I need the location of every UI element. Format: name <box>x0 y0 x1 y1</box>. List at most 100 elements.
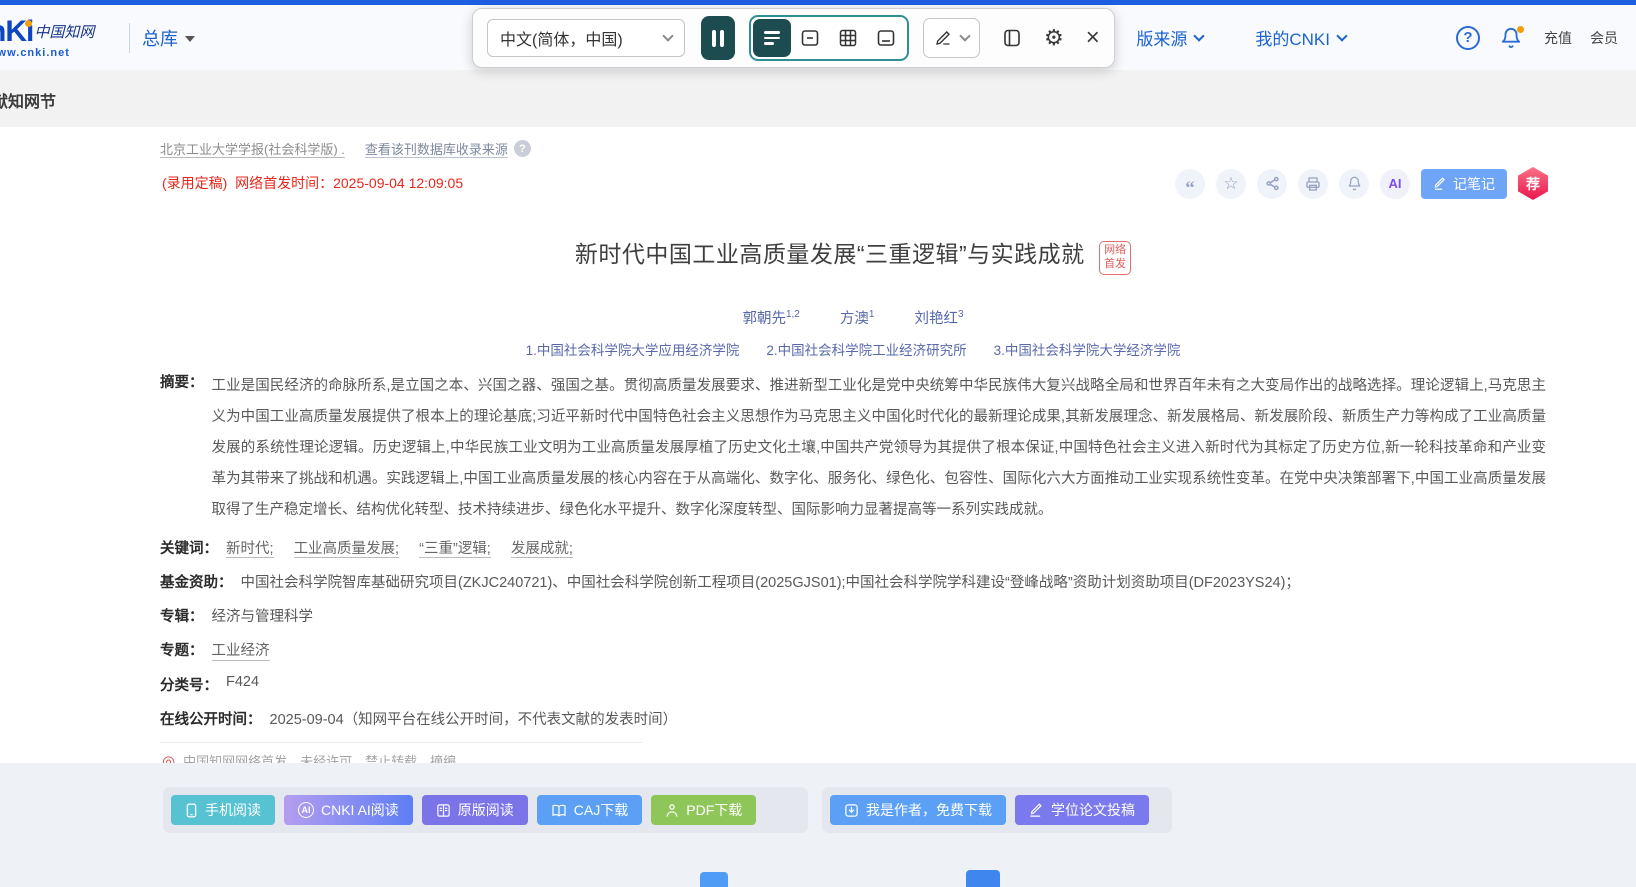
logo-dot <box>25 20 32 27</box>
gear-icon[interactable]: ⚙ <box>1044 27 1064 49</box>
nav-my-cnki[interactable]: 我的CNKI <box>1255 25 1346 50</box>
cnki-ai-read-button[interactable]: AI CNKI AI阅读 <box>284 795 413 825</box>
member-link[interactable]: 会员 <box>1590 28 1618 48</box>
first-publish-time: 网络首发时间：2025-09-04 12:09:05 <box>235 175 463 191</box>
keyword-link[interactable]: 发展成就; <box>511 541 573 558</box>
view-source-link[interactable]: 查看该刊数据库收录来源 <box>365 139 508 158</box>
original-read-button[interactable]: 原版阅读 <box>422 795 528 825</box>
language-value: 中文(简体，中国) <box>500 26 623 50</box>
notification-bell-icon[interactable] <box>1500 27 1522 49</box>
chevron-down-icon <box>1336 30 1347 41</box>
album-row: 专辑： 经济与管理科学 <box>160 605 1546 626</box>
fund-text: 中国社会科学院智库基础研究项目(ZKJC240721)、中国社会科学院创新工程项… <box>241 571 1300 592</box>
fund-row: 基金资助： 中国社会科学院智库基础研究项目(ZKJC240721)、中国社会科学… <box>160 571 1546 592</box>
print-button[interactable] <box>1298 169 1328 199</box>
chevron-down-icon <box>662 30 673 41</box>
journal-link[interactable]: 北京工业大学学报(社会科学版) . <box>160 139 345 158</box>
share-button[interactable] <box>1257 169 1287 199</box>
notification-dot <box>1517 26 1524 33</box>
keywords-row: 关键词： 新时代; 工业高质量发展; “三重”逻辑; 发展成就; <box>160 537 1546 558</box>
take-notes-button[interactable]: 记笔记 <box>1421 169 1507 199</box>
topic-label: 专题： <box>160 639 204 661</box>
pen-submit-icon <box>1029 803 1044 818</box>
favorite-button[interactable]: ☆ <box>1216 169 1246 199</box>
split-top-view-button[interactable] <box>791 19 829 57</box>
topic-row: 专题： 工业经济 <box>160 639 1546 661</box>
logo-cn-text: 中国知网 <box>34 26 94 41</box>
box-minus-icon <box>800 28 820 48</box>
pen-icon <box>934 29 952 47</box>
publish-status-line: (录用定稿) 网络首发时间：2025-09-04 12:09:05 <box>162 173 463 193</box>
caj-download-button[interactable]: CAJ下载 <box>537 795 642 825</box>
help-icon[interactable]: ? <box>1456 26 1480 50</box>
chevron-down-icon <box>1194 30 1205 41</box>
keywords-label: 关键词： <box>160 537 218 558</box>
grid-view-button[interactable] <box>829 19 867 57</box>
book-icon <box>551 803 567 818</box>
share-icon <box>1265 176 1280 191</box>
abstract-label: 摘要： <box>160 371 204 526</box>
bell-icon <box>1347 176 1362 191</box>
keyword-link[interactable]: 新时代; <box>226 541 274 558</box>
article-content: 北京工业大学学报(社会科学版) . 查看该刊数据库收录来源 ? (录用定稿) 网… <box>0 127 1636 763</box>
author-link[interactable]: 方澳1 <box>840 311 875 327</box>
grid-icon <box>838 28 858 48</box>
pen-tools-dropdown[interactable] <box>923 18 980 58</box>
mobile-read-button[interactable]: 手机阅读 <box>171 795 275 825</box>
nav-publication-source[interactable]: 版来源 <box>1136 25 1203 50</box>
clc-value: F424 <box>226 674 259 695</box>
close-icon[interactable]: × <box>1086 26 1100 50</box>
alert-button[interactable] <box>1339 169 1369 199</box>
badge-line2: 首发 <box>1104 258 1126 270</box>
download-person-icon <box>665 803 679 818</box>
recharge-link[interactable]: 充值 <box>1544 28 1572 48</box>
page-band: 献知网节 <box>0 70 1636 127</box>
nav-database-selector[interactable]: 总库 <box>142 25 195 51</box>
cite-button[interactable]: “ <box>1175 169 1205 199</box>
download-box-icon <box>844 803 859 818</box>
album-value: 经济与管理科学 <box>212 605 314 626</box>
affiliations[interactable]: 1.中国社会科学院大学应用经济学院 2.中国社会科学院工业经济研究所 3.中国社… <box>160 339 1546 359</box>
clc-row: 分类号： F424 <box>160 674 1546 695</box>
cutoff-element <box>966 870 1000 887</box>
thesis-submit-button[interactable]: 学位论文投稿 <box>1015 795 1149 825</box>
pdf-download-button[interactable]: PDF下载 <box>651 795 756 825</box>
ai-button[interactable]: AI <box>1380 169 1410 199</box>
split-bottom-view-button[interactable] <box>867 19 905 57</box>
author-free-download-button[interactable]: 我是作者，免费下载 <box>830 795 1006 825</box>
nav-mycnki-label: 我的CNKI <box>1255 25 1330 50</box>
clc-label: 分类号： <box>160 674 218 695</box>
recommend-badge[interactable]: 荐 <box>1518 167 1548 200</box>
pause-button[interactable] <box>701 16 735 60</box>
read-download-tray: 手机阅读 AI CNKI AI阅读 原版阅读 CAJ下载 PDF下载 <box>163 787 808 833</box>
abstract-text: 工业是国民经济的命脉所系,是立国之本、兴国之器、强国之基。贯彻高质量发展要求、推… <box>212 371 1547 526</box>
browser-reading-toolbar: 中文(简体，中国) ⚙ × <box>472 8 1115 68</box>
phone-icon <box>185 803 198 818</box>
document-icon <box>436 803 451 818</box>
accept-status: (录用定稿) <box>162 175 227 191</box>
first-publish-badge: 网络 首发 <box>1099 241 1131 275</box>
author-link[interactable]: 郭朝先1,2 <box>742 311 799 327</box>
chevron-down-icon <box>959 30 970 41</box>
fund-label: 基金资助： <box>160 571 233 592</box>
breadcrumb: 献知网节 <box>0 88 56 112</box>
authors-row: 郭朝先1,2 方澳1 刘艳红3 <box>160 307 1546 328</box>
online-time-row: 在线公开时间： 2025-09-04（知网平台在线公开时间，不代表文献的发表时间… <box>160 708 1546 729</box>
view-options-group <box>749 15 909 61</box>
text-lines-view-button[interactable] <box>753 19 791 57</box>
question-icon[interactable]: ? <box>514 140 531 157</box>
nav-source-label: 版来源 <box>1136 25 1187 50</box>
topic-link[interactable]: 工业经济 <box>212 639 270 661</box>
cnki-logo[interactable]: nKi 中国知网 www.cnki.net <box>0 17 123 59</box>
ai-circle-icon: AI <box>298 802 314 818</box>
article-actions: “ ☆ AI 记笔记 荐 <box>1175 167 1548 200</box>
language-select[interactable]: 中文(简体，中国) <box>487 19 685 57</box>
keyword-link[interactable]: 工业高质量发展; <box>294 541 400 558</box>
abstract-row: 摘要： 工业是国民经济的命脉所系,是立国之本、兴国之器、强国之基。贯彻高质量发展… <box>160 371 1546 526</box>
author-link[interactable]: 刘艳红3 <box>914 311 963 327</box>
keyword-link[interactable]: “三重”逻辑; <box>419 541 491 558</box>
star-icon: ☆ <box>1223 174 1238 194</box>
cutoff-element <box>700 872 728 887</box>
reader-window-icon[interactable] <box>1002 28 1022 48</box>
album-label: 专辑： <box>160 605 204 626</box>
